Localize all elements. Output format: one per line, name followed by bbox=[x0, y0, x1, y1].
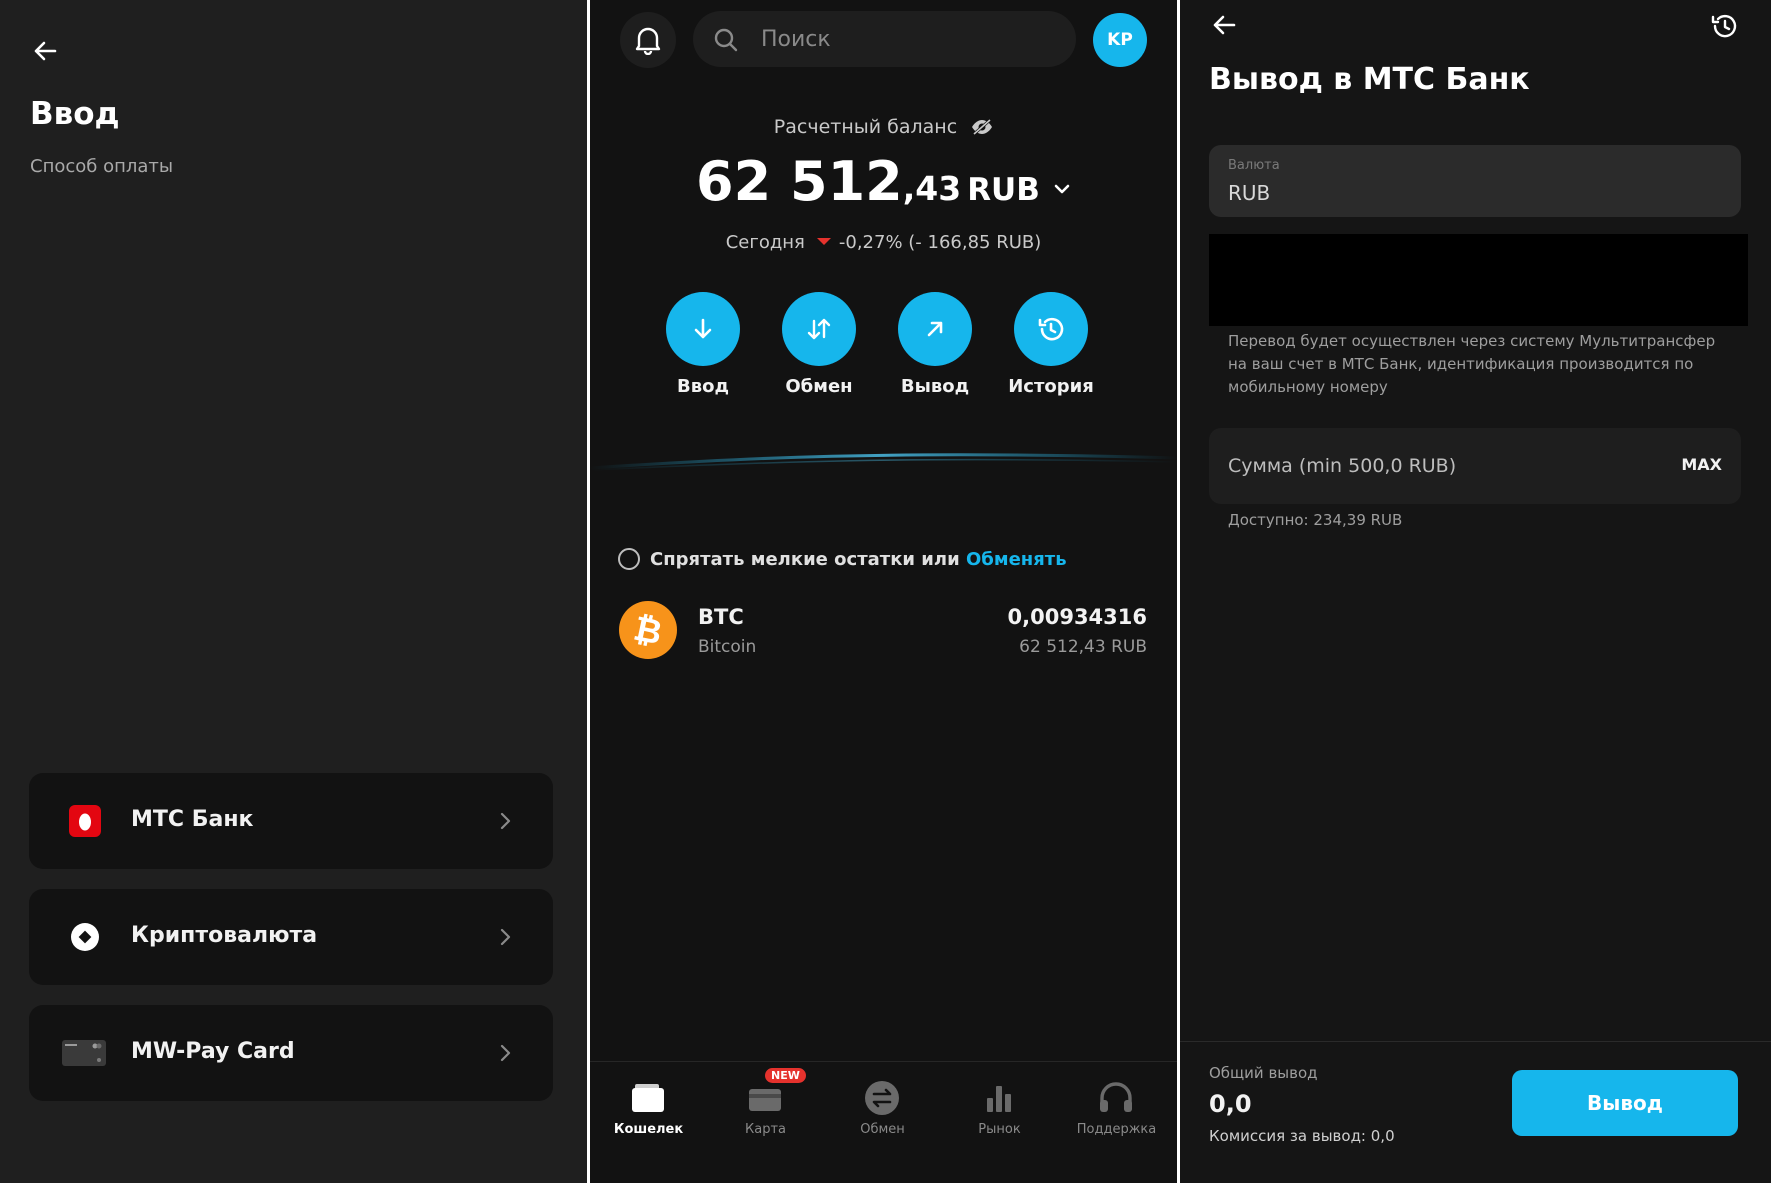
page-title: Ввод bbox=[30, 96, 120, 132]
arrow-up-right-icon bbox=[927, 321, 943, 337]
back-arrow-icon[interactable] bbox=[30, 36, 60, 66]
bitcoin-icon: ₿ bbox=[619, 601, 677, 659]
card-icon bbox=[62, 1040, 106, 1066]
nav-label: Поддержка bbox=[1076, 1122, 1157, 1137]
mts-logo-icon bbox=[69, 805, 101, 837]
available-balance: Доступно: 234,39 RUB bbox=[1228, 511, 1403, 529]
nav-exchange[interactable]: Обмен bbox=[824, 1062, 941, 1183]
balance-label-text: Расчетный баланс bbox=[773, 116, 958, 138]
action-exchange[interactable]: Обмен bbox=[782, 292, 856, 397]
asset-symbol[interactable]: BTC bbox=[698, 605, 744, 629]
nav-card[interactable]: NEW Карта bbox=[707, 1062, 824, 1183]
action-withdraw-button[interactable] bbox=[898, 292, 972, 366]
page-subtitle: Способ оплаты bbox=[30, 156, 174, 177]
total-value: 0,0 bbox=[1209, 1090, 1252, 1118]
nav-label: Рынок bbox=[978, 1122, 1021, 1137]
today-change: Сегодня -0,27% (- 166,85 RUB) bbox=[590, 232, 1177, 253]
action-label: История bbox=[1008, 376, 1094, 397]
nav-label: Карта bbox=[745, 1122, 786, 1137]
chevron-right-icon bbox=[500, 1044, 511, 1062]
avatar[interactable]: KP bbox=[1093, 13, 1147, 67]
amount-input[interactable] bbox=[1228, 428, 1648, 504]
eye-hidden-icon[interactable] bbox=[971, 118, 993, 136]
withdraw-footer: Общий вывод 0,0 Комиссия за вывод: 0,0 В… bbox=[1180, 1041, 1771, 1183]
today-change-value: -0,27% (- 166,85 RUB) bbox=[838, 232, 1042, 253]
method-mw-pay-card[interactable]: MW-Pay Card bbox=[29, 1005, 553, 1101]
action-label: Вывод bbox=[900, 376, 970, 397]
action-label: Ввод bbox=[676, 376, 729, 397]
amount-field[interactable]: MAX bbox=[1209, 428, 1741, 504]
search-input[interactable] bbox=[761, 11, 1061, 67]
balance-currency: RUB bbox=[967, 172, 1040, 208]
max-button[interactable]: MAX bbox=[1681, 455, 1722, 474]
balance-value: 62 512,43 RUB bbox=[590, 150, 1177, 213]
card-icon bbox=[749, 1089, 781, 1111]
transfer-note: Перевод будет осуществлен через систему … bbox=[1228, 332, 1716, 396]
notifications-button[interactable] bbox=[620, 12, 676, 68]
chevron-right-icon bbox=[500, 812, 511, 830]
hide-small-text: Спрятать мелкие остатки или bbox=[650, 549, 960, 570]
page-title: Вывод в МТС Банк bbox=[1209, 62, 1530, 97]
today-label: Сегодня bbox=[725, 232, 805, 253]
wallet-icon bbox=[632, 1084, 664, 1112]
action-history-button[interactable] bbox=[1014, 292, 1088, 366]
total-label: Общий вывод bbox=[1209, 1064, 1318, 1082]
search-icon bbox=[714, 28, 738, 52]
currency-value: RUB bbox=[1228, 181, 1271, 205]
nav-wallet[interactable]: Кошелек bbox=[590, 1062, 707, 1183]
exchange-icon bbox=[865, 1081, 899, 1115]
down-triangle-icon bbox=[816, 238, 831, 245]
currency-field[interactable]: Валюта RUB bbox=[1209, 145, 1741, 217]
nav-label: Кошелек bbox=[613, 1122, 684, 1137]
hide-small-balances: Спрятать мелкие остатки или Обменять bbox=[618, 548, 1067, 570]
exchange-link[interactable]: Обменять bbox=[966, 549, 1067, 570]
market-icon bbox=[987, 1086, 1011, 1112]
action-deposit[interactable]: Ввод bbox=[666, 292, 740, 397]
headset-icon bbox=[1100, 1082, 1132, 1112]
new-badge: NEW bbox=[765, 1068, 806, 1083]
nav-label: Обмен bbox=[860, 1122, 905, 1137]
arrow-down-icon bbox=[694, 318, 712, 339]
decorative-wave bbox=[590, 453, 1177, 471]
redacted-area bbox=[1209, 234, 1748, 326]
asset-name: Bitcoin bbox=[698, 637, 757, 657]
history-icon bbox=[1038, 317, 1064, 341]
action-label: Обмен bbox=[785, 376, 853, 397]
method-label: МТС Банк bbox=[131, 807, 254, 832]
asset-amount: 0,00934316 bbox=[1007, 605, 1147, 629]
chevron-right-icon bbox=[500, 928, 511, 946]
action-exchange-button[interactable] bbox=[782, 292, 856, 366]
balance-fraction: ,43 bbox=[902, 169, 962, 208]
withdraw-screen: Вывод в МТС Банк Валюта RUB Перевод буде… bbox=[1180, 0, 1771, 1183]
method-crypto[interactable]: Криптовалюта bbox=[29, 889, 553, 985]
balance-label: Расчетный баланс bbox=[590, 116, 1177, 138]
method-mts-bank[interactable]: МТС Банк bbox=[29, 773, 553, 869]
wallet-screen: KP Расчетный баланс 62 512,43RUB Сегодня… bbox=[590, 0, 1177, 1183]
search-bar[interactable] bbox=[693, 11, 1076, 67]
deposit-screen: Ввод Способ оплаты МТС Банк Криптовалюта bbox=[0, 0, 587, 1183]
bell-icon bbox=[635, 27, 661, 55]
action-withdraw[interactable]: Вывод bbox=[898, 292, 972, 397]
currency-label: Валюта bbox=[1228, 158, 1280, 173]
history-icon[interactable] bbox=[1709, 10, 1741, 42]
chevron-down-icon[interactable] bbox=[1053, 183, 1071, 195]
bottom-nav: Кошелек NEW Карта Обмен Рынок Поддержка bbox=[590, 1061, 1177, 1183]
hide-small-radio[interactable] bbox=[618, 548, 640, 570]
back-arrow-icon[interactable] bbox=[1209, 10, 1239, 40]
fee-text: Комиссия за вывод: 0,0 bbox=[1209, 1127, 1395, 1145]
nav-support[interactable]: Поддержка bbox=[1058, 1062, 1175, 1183]
asset-value-rub: 62 512,43 RUB bbox=[1019, 637, 1147, 657]
action-deposit-button[interactable] bbox=[666, 292, 740, 366]
action-history[interactable]: История bbox=[1008, 292, 1094, 397]
nav-market[interactable]: Рынок bbox=[941, 1062, 1058, 1183]
withdraw-button[interactable]: Вывод bbox=[1512, 1070, 1738, 1136]
method-label: Криптовалюта bbox=[131, 923, 318, 948]
crypto-icon bbox=[71, 923, 99, 951]
method-label: MW-Pay Card bbox=[131, 1039, 295, 1064]
balance-integer: 62 512 bbox=[696, 150, 903, 213]
swap-icon bbox=[807, 318, 831, 340]
